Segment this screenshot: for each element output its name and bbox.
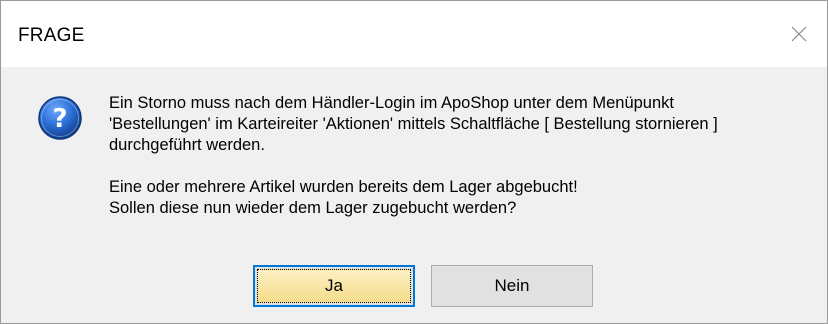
dialog-title: FRAGE: [18, 25, 85, 46]
close-button[interactable]: [771, 1, 827, 67]
dialog-content: ? Ein Storno muss nach dem Händler-Login…: [1, 67, 827, 323]
message-paragraph-1: Ein Storno muss nach dem Händler-Login i…: [109, 93, 809, 156]
svg-text:?: ?: [52, 104, 67, 134]
message-line-1: Ein Storno muss nach dem Händler-Login i…: [109, 94, 674, 112]
question-icon: ?: [38, 96, 82, 140]
message-line-3: durchgeführt werden.: [109, 136, 265, 154]
message-paragraph-2: Eine oder mehrere Artikel wurden bereits…: [109, 177, 809, 219]
yes-button-label: Ja: [325, 276, 343, 295]
no-button[interactable]: Nein: [431, 265, 593, 307]
message-line-5: Sollen diese nun wieder dem Lager zugebu…: [109, 199, 517, 217]
message-dialog: FRAGE ? Ein Storno muss nach dem Händler…: [0, 0, 828, 324]
message-line-4: Eine oder mehrere Artikel wurden bereits…: [109, 178, 578, 196]
title-bar: FRAGE: [1, 1, 827, 67]
no-button-label: Nein: [494, 276, 530, 295]
close-icon: [791, 26, 807, 42]
yes-button[interactable]: Ja: [253, 265, 415, 307]
message-text: Ein Storno muss nach dem Händler-Login i…: [109, 93, 809, 219]
message-line-2: 'Bestellungen' im Karteireiter 'Aktionen…: [109, 115, 718, 133]
